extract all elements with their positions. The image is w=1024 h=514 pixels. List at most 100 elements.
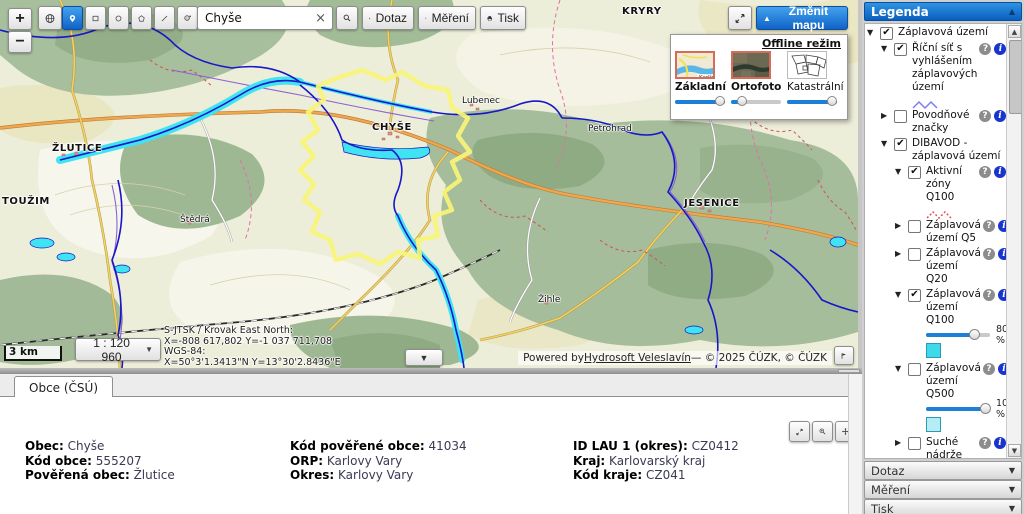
fullscreen-button[interactable]	[728, 6, 752, 30]
search-clear-icon[interactable]: ×	[309, 11, 332, 26]
expand-node-icon[interactable]: ▶	[881, 111, 893, 120]
red-zigzag-symbol	[926, 205, 1006, 220]
legend-item-label: Záplavová území	[898, 26, 989, 38]
point-select-tool-button[interactable]	[62, 6, 83, 30]
opacity-slider[interactable]: 80 %	[926, 324, 1008, 346]
collapse-bottom-panel-button[interactable]: ▼	[405, 349, 443, 366]
layer-option-ortofoto[interactable]: Ortofoto	[731, 51, 785, 107]
expand-arrows-icon	[796, 428, 803, 435]
map-corner-flag-button[interactable]	[834, 346, 854, 365]
zoom-in-button[interactable]: +	[8, 8, 32, 30]
legend-item-label: DIBAVOD - záplavová území	[912, 137, 1001, 162]
change-map-button[interactable]: ▲ Změnit mapu	[756, 4, 848, 32]
info-field: Kód obce: 555207	[25, 454, 175, 469]
info-panel-scrollbar[interactable]	[848, 374, 862, 514]
scroll-up-icon[interactable]: ▲	[1008, 25, 1021, 38]
legend-item: ▼ ✔ DIBAVOD - záplavová území	[865, 137, 1006, 165]
collapse-node-icon[interactable]: ▼	[867, 28, 879, 37]
layer-option-zakladni[interactable]: Karlín Základní	[675, 51, 729, 107]
layer-checkbox[interactable]: ✔	[894, 43, 907, 56]
legend-item-label: Aktivní zóny Q100	[926, 165, 963, 203]
info-field-value: CZ041	[642, 468, 686, 482]
help-icon[interactable]: ?	[979, 166, 991, 178]
expand-node-icon[interactable]: ▶	[895, 249, 907, 258]
panel-header-label: Dotaz	[871, 463, 905, 478]
scale-bar: 3 km	[4, 346, 62, 361]
line-select-tool-button[interactable]	[154, 6, 175, 30]
globe-icon	[45, 13, 55, 23]
svg-text:Karlín: Karlín	[699, 74, 715, 79]
collapse-icon[interactable]: ▲	[1009, 7, 1015, 16]
opacity-slider[interactable]: 100 %	[926, 398, 1014, 420]
panel-header-dotaz[interactable]: Dotaz ▼	[864, 461, 1022, 480]
collapse-node-icon[interactable]: ▼	[881, 44, 893, 53]
expand-node-icon[interactable]: ▶	[895, 438, 907, 447]
layer-checkbox[interactable]	[908, 363, 921, 376]
help-icon[interactable]: ?	[979, 437, 991, 449]
help-icon[interactable]: ?	[982, 289, 995, 301]
splitter-grip[interactable]	[838, 369, 860, 373]
scroll-down-icon[interactable]: ▼	[1008, 444, 1021, 457]
measure-button[interactable]: Měření	[418, 6, 476, 30]
legend-item: ▼ ✔ Říční síť s vyhlášením záplavových úze…	[865, 42, 1007, 110]
collapse-node-icon[interactable]: ▼	[881, 139, 893, 148]
expand-node-icon[interactable]: ▶	[895, 221, 907, 230]
panel-header-mereni[interactable]: Měření ▼	[864, 480, 1022, 499]
layer-checkbox[interactable]	[908, 220, 921, 233]
layer-thumbnail-katastralni[interactable]	[787, 51, 827, 79]
circle-select-tool-button[interactable]	[108, 6, 129, 30]
info-icon[interactable]: i	[994, 43, 1007, 55]
layer-opacity-slider-ortofoto[interactable]	[731, 96, 781, 107]
help-icon[interactable]: ?	[982, 220, 995, 232]
tab-obce-csu[interactable]: Obce (ČSÚ)	[14, 376, 113, 399]
expand-icon[interactable]: ▼	[1009, 504, 1015, 513]
layer-checkbox[interactable]: ✔	[908, 289, 921, 302]
line-icon	[161, 15, 168, 21]
attribution-link[interactable]: Hydrosoft Veleslavín	[584, 352, 691, 364]
info-zoom-to-button[interactable]	[812, 421, 833, 442]
info-icon[interactable]: i	[994, 437, 1006, 449]
scrollbar-thumb[interactable]	[1009, 40, 1021, 114]
layer-checkbox[interactable]	[908, 437, 921, 450]
search-input[interactable]	[198, 11, 310, 25]
globe-home-button[interactable]	[38, 6, 62, 30]
info-icon[interactable]: i	[994, 166, 1006, 178]
collapse-node-icon[interactable]: ▼	[895, 364, 907, 373]
layer-thumbnail-zakladni[interactable]: Karlín	[675, 51, 715, 79]
layer-opacity-slider-katastralni[interactable]	[787, 96, 837, 107]
legend-panel-header[interactable]: Legenda ▲	[864, 2, 1022, 21]
help-icon[interactable]: ?	[979, 110, 991, 122]
layer-checkbox[interactable]: ✔	[880, 27, 893, 40]
layer-option-katastralni[interactable]: Katastrální	[787, 51, 844, 107]
collapse-node-icon[interactable]: ▼	[895, 167, 907, 176]
layer-checkbox[interactable]: ✔	[894, 138, 907, 151]
panel-header-tisk[interactable]: Tisk ▼	[864, 499, 1022, 514]
query-button[interactable]: Dotaz	[362, 6, 414, 30]
layer-checkbox[interactable]	[894, 110, 907, 123]
search-button[interactable]	[336, 6, 358, 30]
legend-tree: ▼ ✔ Záplavová území ▼ ✔ Říční síť s vyhlášení…	[865, 26, 1014, 458]
info-icon[interactable]: i	[994, 110, 1006, 122]
flag-icon	[841, 352, 846, 359]
help-icon[interactable]: ?	[982, 248, 995, 260]
rectangle-select-tool-button[interactable]	[85, 6, 106, 30]
offline-mode-link[interactable]: Offline režim	[762, 37, 841, 50]
scale-select[interactable]: 1 : 120 960 ▼	[75, 336, 161, 364]
collapse-node-icon[interactable]: ▼	[895, 290, 907, 299]
expand-icon[interactable]: ▼	[1009, 466, 1015, 475]
add-geometry-button[interactable]	[177, 6, 198, 30]
layer-opacity-slider-zakladni[interactable]	[675, 96, 725, 107]
layer-thumbnail-ortofoto[interactable]	[731, 51, 771, 79]
legend-scrollbar[interactable]: ▲ ▼	[1006, 24, 1021, 458]
layer-checkbox[interactable]: ✔	[908, 166, 921, 179]
zoom-out-button[interactable]: −	[8, 31, 32, 53]
map-region[interactable]: KRYRY TOUŽIM ŽLUTICE CHYŠE JESENICE Lubenec Pe…	[0, 0, 858, 368]
polygon-select-tool-button[interactable]	[131, 6, 152, 30]
layer-checkbox[interactable]	[908, 248, 921, 261]
expand-icon[interactable]: ▼	[1009, 485, 1015, 494]
info-expand-button[interactable]	[789, 421, 810, 442]
help-icon[interactable]: ?	[982, 363, 995, 375]
info-field-value: Karlovy Vary	[334, 468, 414, 482]
print-button[interactable]: Tisk	[480, 6, 526, 30]
help-icon[interactable]: ?	[979, 43, 992, 55]
